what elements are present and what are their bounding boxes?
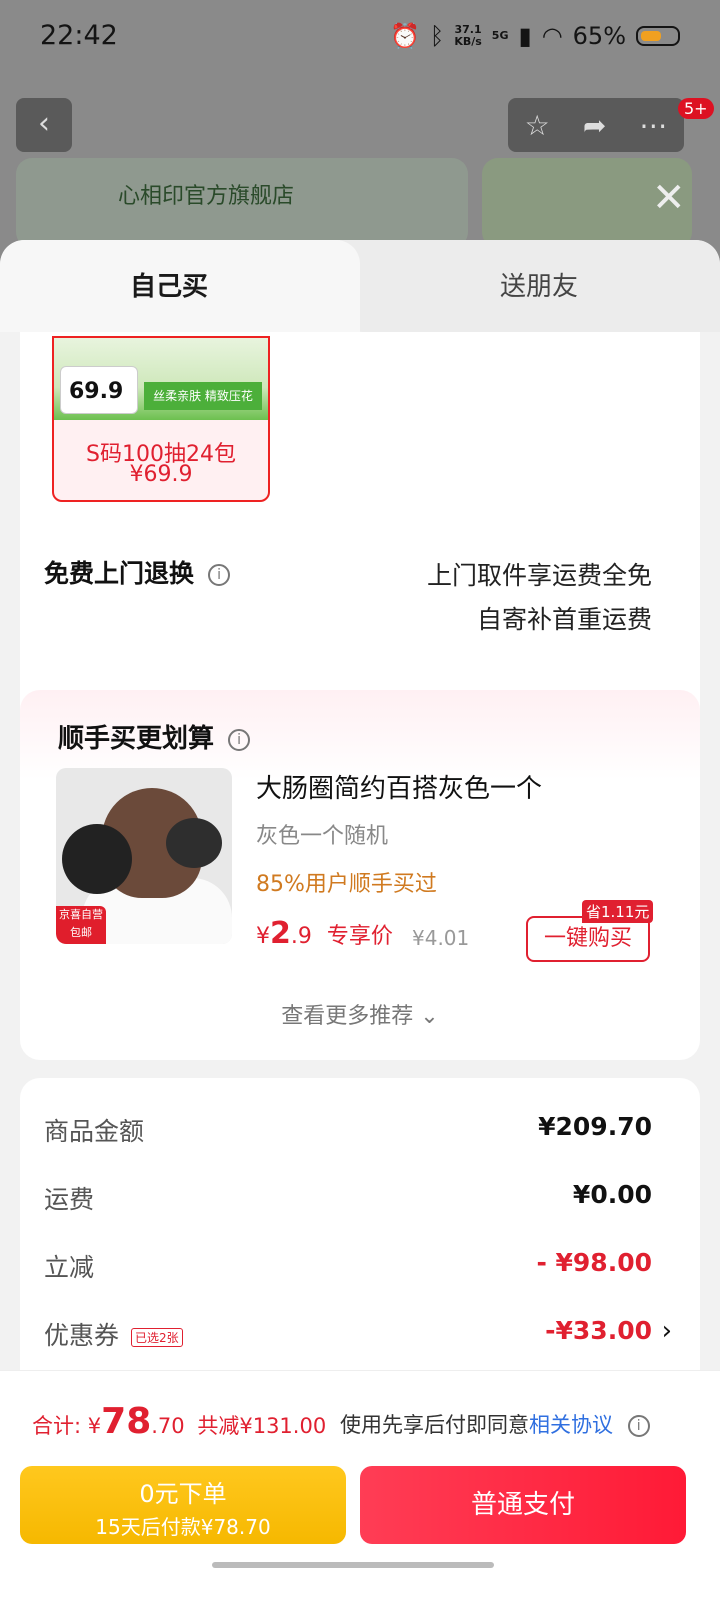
- coupon-count-tag: 已选2张: [131, 1327, 183, 1347]
- bluetooth-icon: ᛒ: [429, 22, 445, 50]
- recommend-card: 顺手买更划算 i 京喜自营 包邮 大肠圈简约百搭灰色一个 灰色一个随机 85%用户顺…: [20, 690, 700, 1060]
- total-saved: 共减¥131.00: [197, 1414, 327, 1438]
- signal-icon: ▮: [518, 22, 532, 50]
- tab-buy-self[interactable]: 自己买: [0, 240, 360, 332]
- chevron-right-icon: ›: [661, 1316, 672, 1346]
- sku-image-price: 69.9: [60, 366, 138, 414]
- network-type: 5G: [491, 29, 509, 42]
- more-recommendations-link[interactable]: 查看更多推荐 ⌄: [20, 998, 700, 1030]
- store-name: 心相印官方旗舰店: [118, 184, 295, 209]
- summary-row-shipping: 运费 ¥0.00: [44, 1180, 652, 1214]
- chevron-down-icon: ⌄: [420, 1004, 439, 1029]
- summary-row-coupon[interactable]: 优惠券 已选2张 -¥33.00 ›: [44, 1316, 672, 1356]
- share-icon[interactable]: ➦: [583, 109, 606, 142]
- close-icon[interactable]: ✕: [652, 178, 686, 218]
- status-time: 22:42: [40, 20, 118, 51]
- status-icons: ⏰ ᛒ 37.1 KB/s 5G ▮ ◠ 65%: [390, 22, 680, 50]
- recommend-title: 顺手买更划算 i: [58, 718, 251, 755]
- agreement-text: 使用先享后付即同意相关协议 i: [340, 1409, 650, 1439]
- pay-later-button[interactable]: 0元下单 15天后付款¥78.70: [20, 1466, 346, 1544]
- toolbar-buttons: ☆ ➦ ⋯: [508, 98, 684, 152]
- checkout-sheet: 送朋友 自己买 69.9 丝柔亲肤 精致压花 S码100抽24包 ¥69.9 免…: [0, 240, 720, 1600]
- notification-badge: 5+: [678, 98, 714, 119]
- alarm-icon: ⏰: [390, 22, 420, 50]
- battery-icon: [636, 26, 680, 46]
- free-return-title: 免费上门退换 i: [44, 554, 231, 590]
- free-shipping-tag: 京喜自营 包邮: [56, 906, 106, 944]
- save-badge: 省1.11元: [582, 900, 654, 923]
- sku-image-slogan: 丝柔亲肤 精致压花: [144, 382, 262, 410]
- agreement-link[interactable]: 相关协议: [529, 1413, 613, 1437]
- free-return-detail: 上门取件享运费全免 自寄补首重运费: [426, 561, 652, 634]
- network-speed: 37.1 KB/s: [454, 23, 482, 48]
- home-indicator[interactable]: [212, 1562, 494, 1568]
- tab-gift-friend[interactable]: 送朋友: [340, 240, 720, 332]
- normal-pay-button[interactable]: 普通支付: [360, 1466, 686, 1544]
- order-total: 合计: ¥78.70 共减¥131.00: [32, 1401, 327, 1442]
- tab-label: 送朋友: [500, 272, 579, 302]
- recommend-price: ¥2.9 专享价: [256, 916, 393, 951]
- recommend-product-image[interactable]: 京喜自营 包邮: [56, 768, 232, 944]
- sku-price: ¥69.9: [129, 462, 193, 487]
- battery-percent: 65%: [572, 22, 626, 50]
- summary-row-goods: 商品金额 ¥209.70: [44, 1112, 652, 1146]
- info-icon[interactable]: i: [228, 728, 251, 751]
- favorite-icon[interactable]: ☆: [525, 109, 550, 142]
- sku-option-selected[interactable]: 69.9 丝柔亲肤 精致压花 S码100抽24包 ¥69.9: [52, 336, 270, 502]
- payment-buttons: 0元下单 15天后付款¥78.70 普通支付: [0, 1464, 720, 1600]
- recommend-product-name[interactable]: 大肠圈简约百搭灰色一个: [256, 768, 542, 805]
- info-icon[interactable]: i: [208, 564, 231, 586]
- back-button[interactable]: ‹: [16, 98, 72, 152]
- info-icon[interactable]: i: [627, 1415, 650, 1437]
- recommend-product-spec: 灰色一个随机: [256, 824, 389, 849]
- recommend-original-price: ¥4.01: [412, 926, 470, 950]
- tab-label: 自己买: [130, 272, 209, 302]
- tab-bar: 送朋友 自己买: [0, 240, 720, 332]
- recommend-buyers-stat: 85%用户顺手买过: [256, 872, 437, 897]
- more-icon[interactable]: ⋯: [639, 109, 667, 142]
- summary-row-discount: 立减 - ¥98.00: [44, 1248, 652, 1282]
- status-bar: 22:42 ⏰ ᛒ 37.1 KB/s 5G ▮ ◠ 65%: [0, 0, 720, 80]
- price-summary-card: 商品金额 ¥209.70 运费 ¥0.00 立减 - ¥98.00 优惠券 已选2…: [20, 1078, 700, 1378]
- order-total-bar: 合计: ¥78.70 共减¥131.00 使用先享后付即同意相关协议 i: [0, 1370, 720, 1464]
- wifi-icon: ◠: [541, 22, 563, 50]
